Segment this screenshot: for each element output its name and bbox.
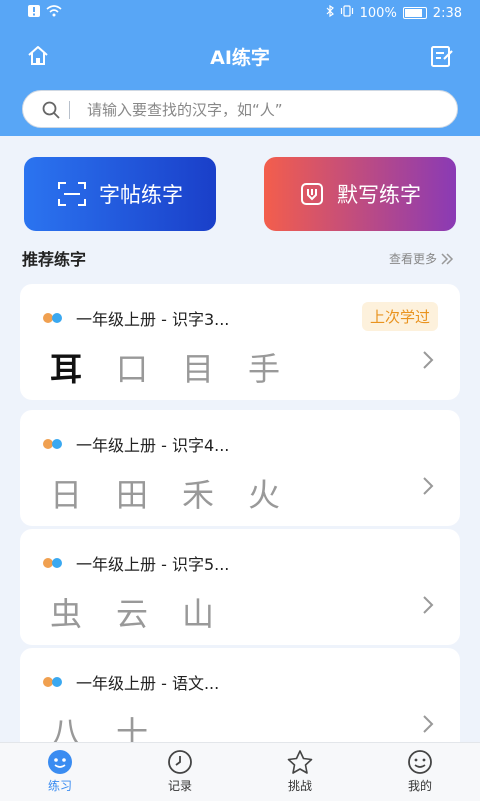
- lesson-title: 一年级上册 - 识字3...: [76, 310, 230, 329]
- nav-records-label: 记录: [167, 779, 192, 793]
- title-bar: AI练字: [0, 30, 480, 80]
- battery-text: 100%: [359, 5, 397, 21]
- nav-practice[interactable]: 练习: [20, 749, 100, 794]
- edit-button[interactable]: [428, 42, 456, 70]
- lesson-characters: 虫 云 山: [50, 589, 214, 635]
- see-more-link[interactable]: 查看更多: [389, 250, 454, 267]
- bottom-nav: 练习 记录 挑战 我的: [0, 742, 480, 801]
- scan-icon: [58, 182, 86, 206]
- wifi-icon: [46, 5, 62, 21]
- lesson-character: 耳: [50, 350, 83, 388]
- search-divider: [69, 101, 70, 119]
- lesson-dots-icon: [43, 313, 62, 323]
- header: 100% 2:38 AI练字: [0, 0, 480, 136]
- chevron-right-icon: [423, 351, 434, 369]
- pen-box-icon: [301, 183, 323, 205]
- lesson-title: 一年级上册 - 识字4...: [76, 436, 230, 455]
- lesson-card[interactable]: 一年级上册 - 识字5... 虫 云 山: [20, 529, 460, 645]
- search-input[interactable]: [85, 97, 449, 123]
- bluetooth-icon: [326, 4, 334, 21]
- lesson-title: 一年级上册 - 语文...: [76, 674, 220, 693]
- lesson-dots-icon: [43, 439, 62, 449]
- dictation-practice-label: 默写练字: [337, 183, 421, 207]
- edit-note-icon: [431, 46, 453, 67]
- search-icon: [42, 101, 60, 119]
- copybook-practice-button[interactable]: 字帖练字: [24, 157, 216, 231]
- alert-icon: [28, 5, 40, 21]
- smile-icon: [408, 750, 432, 774]
- status-bar: 100% 2:38: [0, 0, 480, 26]
- nav-challenge-label: 挑战: [287, 779, 312, 793]
- lesson-character: 日: [50, 476, 83, 514]
- nav-practice-label: 练习: [47, 779, 72, 793]
- lesson-dots-icon: [43, 677, 62, 687]
- lesson-character: 山: [182, 595, 215, 633]
- lesson-character: 云: [116, 595, 149, 633]
- lesson-character: 禾: [182, 476, 215, 514]
- lesson-character: 目: [182, 350, 215, 388]
- nav-records[interactable]: 记录: [140, 749, 220, 794]
- nav-mine-label: 我的: [407, 779, 432, 793]
- practice-icon: [48, 750, 72, 774]
- battery-icon: [402, 7, 427, 19]
- lesson-character: 虫: [50, 595, 83, 633]
- nav-mine[interactable]: 我的: [380, 749, 460, 794]
- section-title: 推荐练字: [22, 250, 87, 269]
- vibrate-icon: [340, 5, 354, 21]
- chevron-right-icon: [423, 715, 434, 733]
- clock-icon: [168, 750, 192, 774]
- dictation-practice-button[interactable]: 默写练字: [264, 157, 456, 231]
- page-title: AI练字: [210, 47, 270, 69]
- lesson-character: 田: [116, 476, 149, 514]
- lesson-card[interactable]: 一年级上册 - 识字4... 日 田 禾 火: [20, 410, 460, 526]
- lesson-dots-icon: [43, 558, 62, 568]
- search-bar[interactable]: [22, 90, 458, 128]
- lesson-title: 一年级上册 - 识字5...: [76, 555, 230, 574]
- lesson-card[interactable]: 一年级上册 - 识字3... 上次学过 耳 口 目 手: [20, 284, 460, 400]
- lesson-character: 手: [248, 350, 281, 388]
- lesson-characters: 耳 口 目 手: [50, 344, 280, 390]
- clock-time: 2:38: [432, 5, 462, 21]
- last-studied-badge: 上次学过: [361, 302, 438, 331]
- copybook-practice-label: 字帖练字: [99, 183, 183, 207]
- chevron-right-icon: [423, 596, 434, 614]
- lesson-characters: 日 田 禾 火: [50, 470, 280, 516]
- lesson-character: 口: [116, 350, 149, 388]
- see-more-label: 查看更多: [388, 252, 437, 266]
- lesson-character: 火: [248, 476, 281, 514]
- nav-challenge[interactable]: 挑战: [260, 749, 340, 794]
- star-icon: [287, 750, 313, 774]
- double-chevron-right-icon: [441, 252, 454, 265]
- chevron-right-icon: [423, 477, 434, 495]
